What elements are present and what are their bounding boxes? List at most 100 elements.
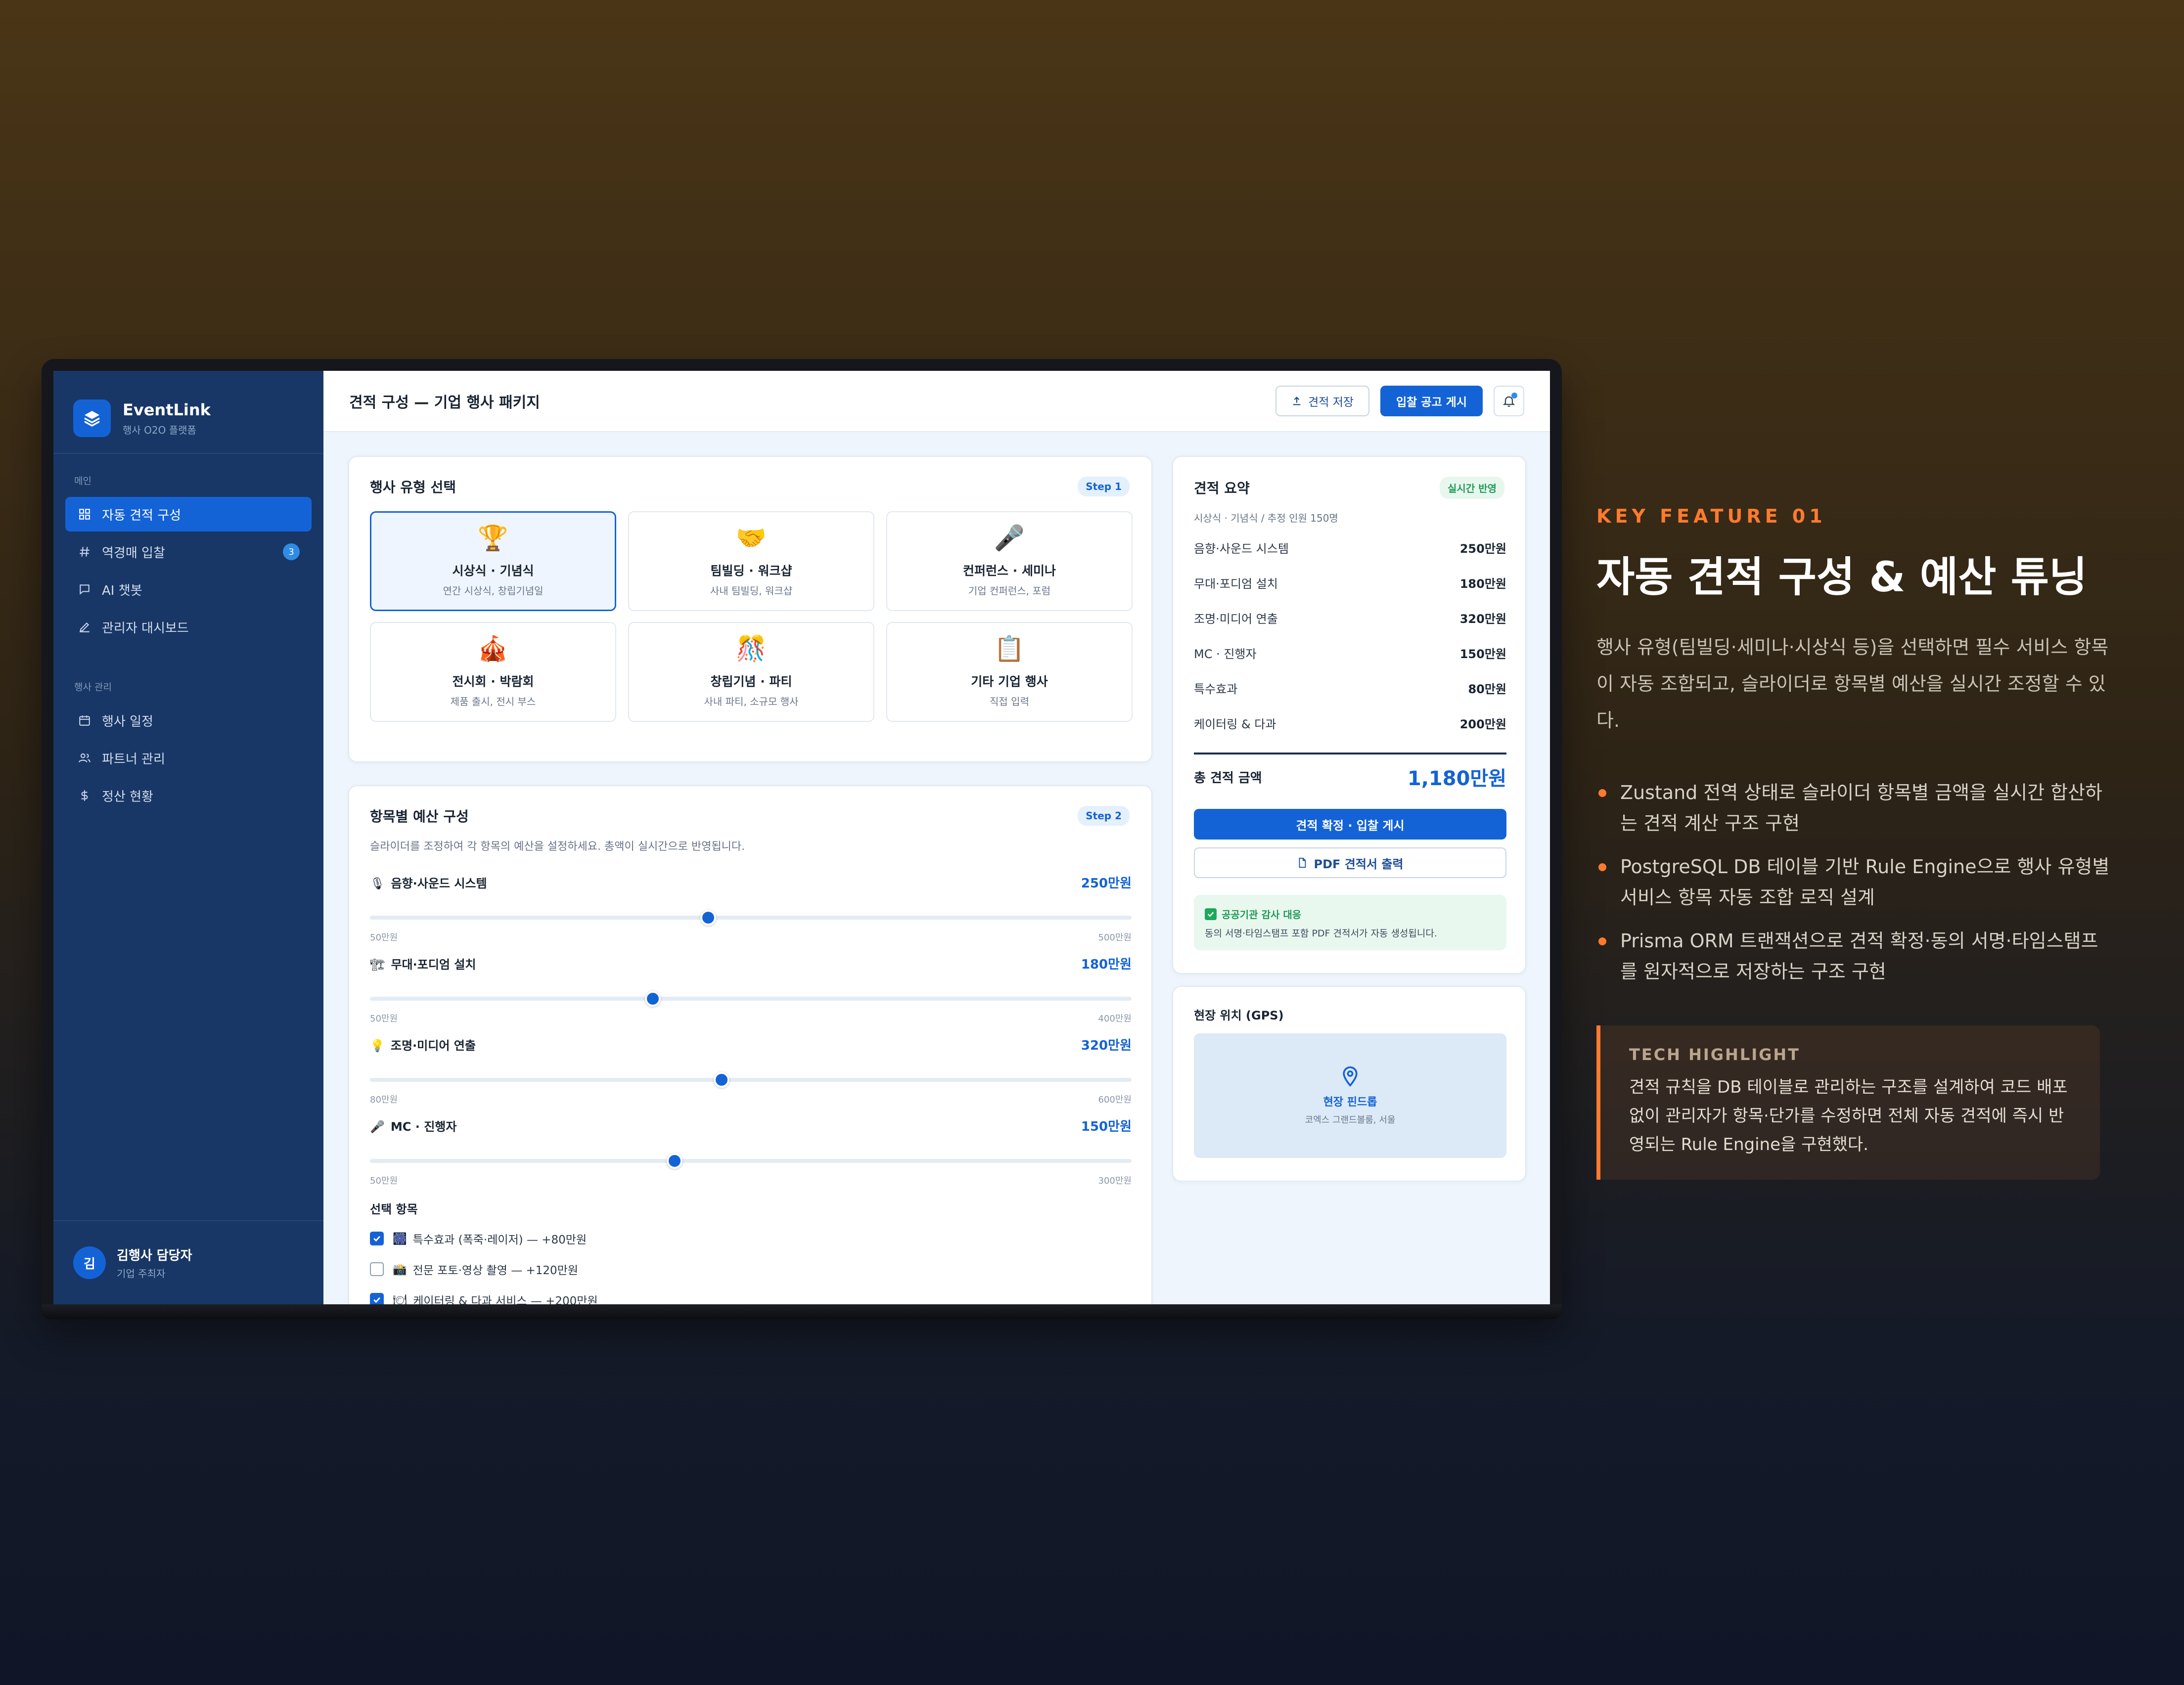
summary-row-amount: 150만원 — [1459, 647, 1506, 661]
event-type-icon: 📋 — [994, 634, 1025, 663]
slider-thumb[interactable] — [667, 1153, 682, 1169]
event-type-name: 팀빌딩 · 워크샵 — [710, 563, 792, 578]
summary-row-label: 음향·사운드 시스템 — [1194, 542, 1289, 556]
event-type-icon: 🎤 — [994, 523, 1025, 552]
slider-value: 250만원 — [1081, 876, 1132, 891]
budget-slider: 🎙 음향·사운드 시스템 250만원 50만원 500만원 — [370, 873, 1132, 943]
option-list: 🎆 특수효과 (폭죽·레이저) — +80만원 📸 전문 포토·영상 촬영 — +12… — [370, 1223, 598, 1304]
feature-bullet: PostgreSQL DB 테이블 기반 Rule Engine으로 행사 유형… — [1596, 851, 2111, 913]
event-type-option[interactable]: 🏆 시상식 · 기념식 연간 시상식, 창립기념일 — [370, 511, 616, 611]
event-type-option[interactable]: 📋 기타 기업 행사 직접 입력 — [886, 622, 1133, 722]
tech-title: TECH HIGHLIGHT — [1629, 1045, 1800, 1064]
summary-row: 음향·사운드 시스템 250만원 — [1194, 530, 1506, 565]
sidebar-item-reverse-auction[interactable]: 역경매 입찰 3 — [65, 534, 312, 569]
event-type-option[interactable]: 🤝 팀빌딩 · 워크샵사내 팀빌딩, 워크샵 — [628, 511, 874, 611]
event-type-name: 창립기념 · 파티 — [710, 674, 792, 689]
notification-button[interactable] — [1494, 386, 1524, 416]
upload-icon — [1291, 396, 1302, 406]
map-pin-icon — [1339, 1065, 1361, 1087]
option-row[interactable]: 📸 전문 포토·영상 촬영 — +120만원 — [370, 1254, 598, 1285]
budget-slider: 🏗 무대·포디엄 설치 180만원 50만원 400만원 — [370, 954, 1132, 1024]
summary-rows: 음향·사운드 시스템 250만원 무대·포디엄 설치 180만원조명·미디어 연출 32… — [1194, 530, 1506, 741]
document-icon — [1297, 857, 1308, 868]
event-type-icon: 🎊 — [735, 634, 767, 663]
sidebar-item-ai-chatbot[interactable]: AI 챗봇 — [65, 572, 312, 607]
slider-thumb[interactable] — [700, 910, 717, 926]
slider-track[interactable] — [370, 1153, 1132, 1169]
event-type-desc: 연간 시상식, 창립기념일 — [443, 584, 544, 597]
slider-max: 600만원 — [1098, 1095, 1132, 1105]
option-icon: 📸 — [393, 1263, 407, 1276]
feature-headline: 자동 견적 구성 & 예산 튜닝 — [1596, 553, 2088, 601]
slider-item-icon: 🏗 — [370, 957, 385, 972]
event-type-desc: 직접 입력 — [990, 695, 1029, 708]
event-type-desc: 사내 파티, 소규모 행사 — [704, 695, 799, 708]
summary-row-amount: 200만원 — [1459, 717, 1506, 731]
slider-item-icon: 🎙 — [370, 876, 385, 890]
feature-kicker: KEY FEATURE 01 — [1596, 505, 1826, 527]
slider-track[interactable] — [370, 910, 1132, 926]
slider-min: 50만원 — [370, 1014, 398, 1024]
sidebar-item-admin-dashboard[interactable]: 관리자 대시보드 — [65, 610, 312, 644]
event-type-option[interactable]: 🎤 컨퍼런스 · 세미나기업 컨퍼런스, 포럼 — [886, 511, 1133, 611]
option-row[interactable]: 🎆 특수효과 (폭죽·레이저) — +80만원 — [370, 1223, 598, 1254]
grid-icon — [77, 507, 92, 522]
option-icon: 🎆 — [393, 1232, 407, 1245]
summary-row: 무대·포디엄 설치 180만원 — [1194, 565, 1506, 600]
event-type-card: 행사 유형 선택 Step 1 🏆 시상식 · 기념식 연간 시상식, 창립기념일 🤝… — [348, 456, 1152, 762]
save-quote-button[interactable]: 견적 저장 — [1275, 386, 1370, 416]
event-type-option[interactable]: 🎪 전시회 · 박람회 제품 출시, 전시 부스 — [370, 622, 616, 722]
event-type-icon: 🤝 — [735, 523, 767, 552]
slider-track[interactable] — [370, 991, 1132, 1007]
event-type-desc: 기업 컨퍼런스, 포럼 — [968, 584, 1051, 597]
pen-icon — [77, 620, 92, 634]
summary-card: 견적 요약 실시간 반영 시상식 · 기념식 / 추정 인원 150명 음향·사… — [1172, 456, 1526, 974]
slider-thumb[interactable] — [645, 991, 661, 1007]
sidebar-item-label: 행사 일정 — [102, 714, 153, 729]
option-icon: 🍽 — [393, 1293, 408, 1305]
sidebar-item-label: 자동 견적 구성 — [102, 508, 182, 523]
event-type-option[interactable]: 🎊 창립기념 · 파티사내 파티, 소규모 행사 — [628, 622, 874, 722]
budget-slider: 🎤 MC · 진행자 150만원 50만원 300만원 — [370, 1116, 1132, 1187]
event-type-icon: 🎪 — [477, 634, 509, 663]
event-type-name: 컨퍼런스 · 세미나 — [963, 563, 1056, 578]
hashtag-icon — [77, 544, 92, 559]
map-preview[interactable]: 현장 핀드롭 코엑스 그랜드볼룸, 서울 — [1194, 1033, 1506, 1158]
summary-row-label: 조명·미디어 연출 — [1194, 612, 1278, 626]
sidebar-item-schedule[interactable]: 행사 일정 — [65, 703, 312, 738]
publish-bid-button[interactable]: 입찰 공고 게시 — [1380, 386, 1483, 416]
slider-value: 320만원 — [1081, 1038, 1132, 1053]
check-icon — [1205, 908, 1217, 920]
sidebar: EventLink 행사 O2O 플랫폼 메인 자동 견적 구성 역경매 입찰 … — [53, 371, 323, 1304]
checkbox[interactable] — [370, 1293, 384, 1304]
checkbox[interactable] — [370, 1262, 384, 1276]
summary-row: 조명·미디어 연출 320만원 — [1194, 600, 1506, 635]
place-name: 코엑스 그랜드볼룸, 서울 — [1305, 1115, 1396, 1125]
brand-name: EventLink — [123, 400, 211, 419]
option-row[interactable]: 🍽 케이터링 & 다과 서비스 — +200만원 — [370, 1285, 598, 1304]
option-label: 케이터링 & 다과 서비스 — +200만원 — [413, 1295, 598, 1304]
slider-item-icon: 💡 — [370, 1038, 385, 1053]
sidebar-item-partners[interactable]: 파트너 관리 — [65, 741, 312, 775]
summary-row-label: MC · 진행자 — [1194, 647, 1257, 661]
feature-bullet: Prisma ORM 트랜잭션으로 견적 확정·동의 서명·타임스탬프를 원자적… — [1596, 926, 2111, 987]
avatar: 김 — [73, 1246, 106, 1279]
sidebar-item-auto-quote[interactable]: 자동 견적 구성 — [65, 497, 312, 532]
confirm-quote-button[interactable]: 견적 확정 · 입찰 게시 — [1194, 809, 1506, 840]
audit-notice: 공공기관 감사 대응 동의 서명·타임스탬프 포함 PDF 견적서가 자동 생성… — [1194, 895, 1506, 950]
slider-thumb[interactable] — [713, 1072, 729, 1088]
sidebar-item-settlement[interactable]: 정산 현황 — [65, 778, 312, 813]
feature-bullet: Zustand 전역 상태로 슬라이더 항목별 금액을 실시간 합산하는 견적 … — [1596, 777, 2111, 839]
slider-max: 300만원 — [1098, 1176, 1132, 1186]
slider-min: 80만원 — [370, 1095, 398, 1105]
user-profile[interactable]: 김 김행사 담당자 기업 주최자 — [53, 1220, 323, 1304]
event-type-desc: 사내 팀빌딩, 워크샵 — [710, 584, 793, 597]
dollar-icon — [77, 788, 92, 803]
brand: EventLink 행사 O2O 플랫폼 — [53, 371, 323, 454]
step-badge: Step 1 — [1078, 477, 1130, 496]
slider-track[interactable] — [370, 1072, 1132, 1088]
summary-row-amount: 320만원 — [1459, 612, 1506, 626]
checkbox[interactable] — [370, 1232, 384, 1245]
pdf-export-button[interactable]: PDF 견적서 출력 — [1194, 847, 1506, 878]
summary-row-amount: 180만원 — [1459, 577, 1506, 591]
